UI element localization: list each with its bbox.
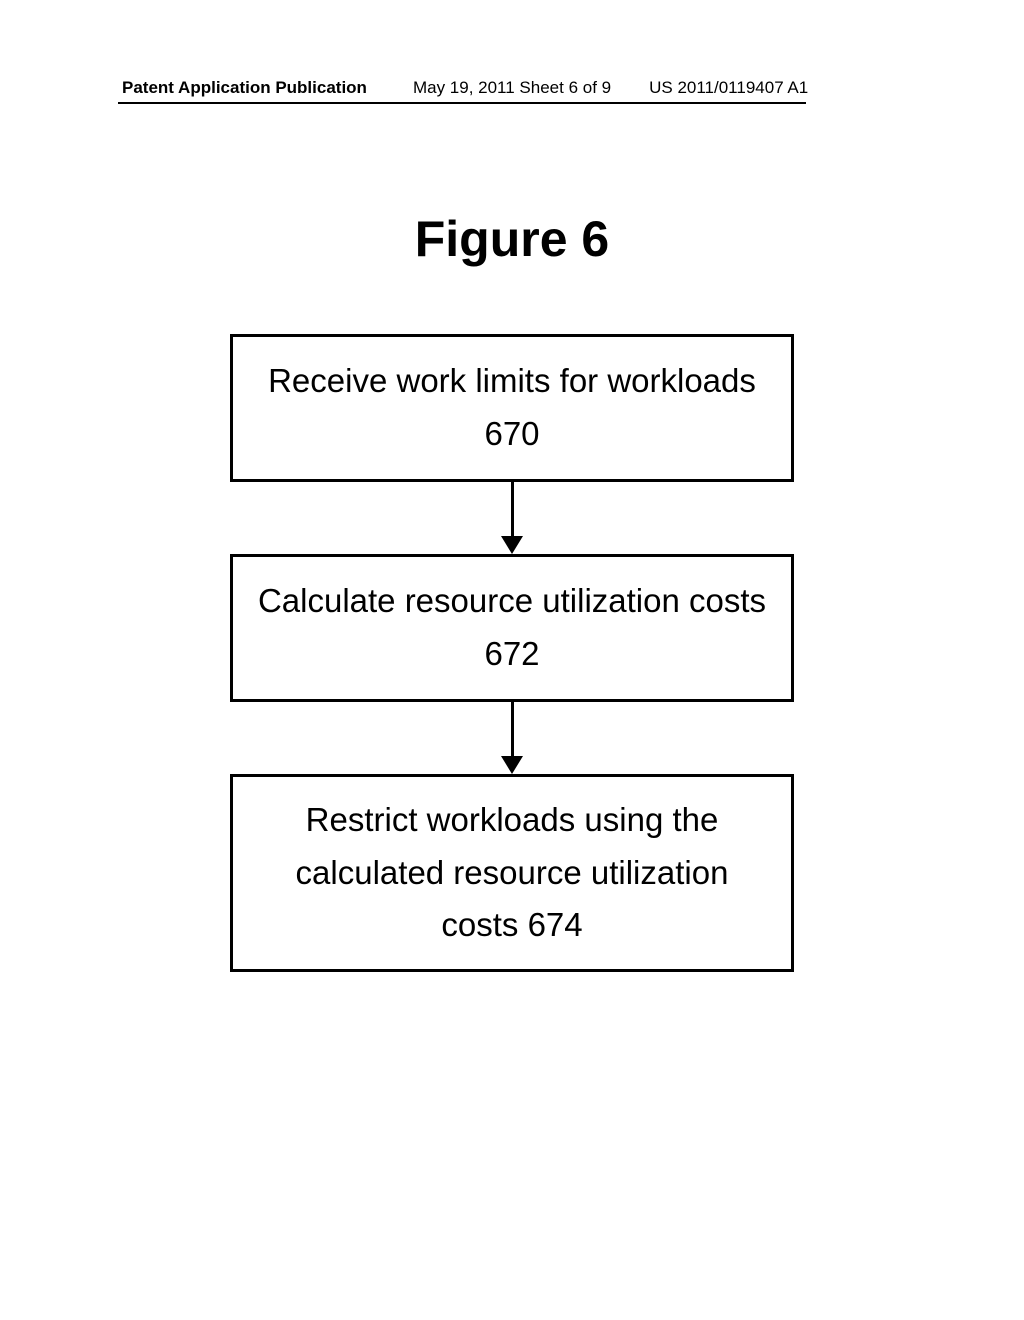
flowchart-step-label: Restrict workloads using the calculated … xyxy=(253,794,771,952)
figure-title: Figure 6 xyxy=(0,210,1024,268)
flowchart-step-670: Receive work limits for workloads 670 xyxy=(230,334,794,482)
flowchart-step-674: Restrict workloads using the calculated … xyxy=(230,774,794,972)
flowchart-step-672: Calculate resource utilization costs 672 xyxy=(230,554,794,702)
header-divider xyxy=(118,102,806,104)
page-header: Patent Application Publication May 19, 2… xyxy=(0,78,1024,98)
flowchart-step-label: Calculate resource utilization costs 672 xyxy=(253,575,771,681)
flowchart-step-label: Receive work limits for workloads 670 xyxy=(253,355,771,461)
header-publication-type: Patent Application Publication xyxy=(122,78,367,98)
arrow-icon xyxy=(501,702,523,774)
header-patent-number: US 2011/0119407 A1 xyxy=(649,78,808,98)
flowchart: Receive work limits for workloads 670 Ca… xyxy=(230,334,794,972)
header-date-sheet: May 19, 2011 Sheet 6 of 9 xyxy=(413,78,611,98)
arrow-icon xyxy=(501,482,523,554)
